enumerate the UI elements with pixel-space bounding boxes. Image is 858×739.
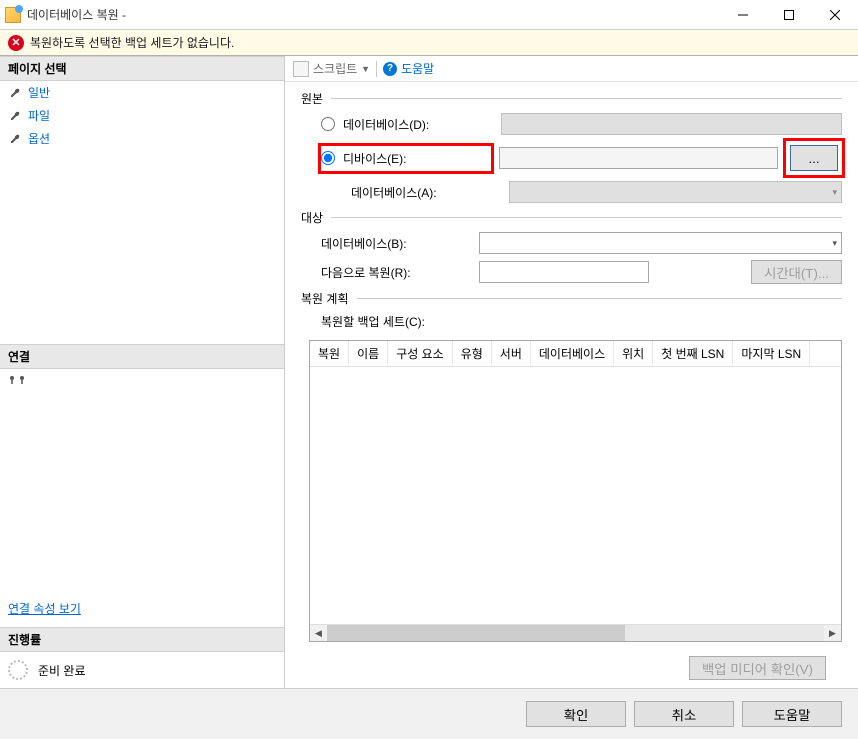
database-a-label: 데이터베이스(A): — [351, 184, 501, 201]
progress-section: 준비 완료 — [0, 652, 284, 688]
browse-device-button[interactable]: ... — [790, 145, 838, 171]
col-server[interactable]: 서버 — [492, 341, 531, 366]
footer: 확인 취소 도움말 — [0, 688, 858, 739]
close-button[interactable] — [812, 0, 858, 30]
minimize-button[interactable] — [720, 0, 766, 30]
plan-group-title: 복원 계획 — [301, 290, 842, 307]
sidebar-item-general[interactable]: 일반 — [0, 81, 284, 104]
database-b-combo[interactable]: ▾ — [479, 232, 842, 254]
horizontal-scrollbar[interactable]: ◀ ▶ — [310, 624, 841, 641]
toolbar: 스크립트 ▼ ? 도움말 — [285, 56, 858, 82]
database-a-combo[interactable]: ▾ — [509, 181, 842, 203]
cancel-button[interactable]: 취소 — [634, 701, 734, 727]
col-position[interactable]: 위치 — [614, 341, 653, 366]
scroll-right-button[interactable]: ▶ — [824, 625, 841, 642]
backup-sets-table: 복원 이름 구성 요소 유형 서버 데이터베이스 위치 첫 번째 LSN 마지막… — [309, 340, 842, 642]
progress-status: 준비 완료 — [38, 662, 86, 679]
titlebar[interactable]: 데이터베이스 복원 - — [0, 0, 858, 30]
device-radio-row: 디바이스(E): ... — [301, 141, 842, 175]
col-type[interactable]: 유형 — [453, 341, 492, 366]
connection-icon — [0, 369, 284, 396]
database-b-row: 데이터베이스(B): ▾ — [301, 232, 842, 254]
scroll-left-button[interactable]: ◀ — [310, 625, 327, 642]
col-last-lsn[interactable]: 마지막 LSN — [733, 341, 810, 366]
window-title: 데이터베이스 복원 - — [27, 6, 126, 23]
script-button[interactable]: 스크립트 — [313, 60, 357, 77]
col-name[interactable]: 이름 — [349, 341, 388, 366]
table-body — [310, 367, 841, 624]
restore-database-icon — [5, 7, 21, 23]
help-icon: ? — [383, 62, 397, 76]
col-component[interactable]: 구성 요소 — [388, 341, 453, 366]
col-restore[interactable]: 복원 — [310, 341, 349, 366]
wrench-icon — [8, 109, 22, 123]
nav-label: 일반 — [28, 84, 50, 101]
view-connection-properties-link[interactable]: 연결 속성 보기 — [0, 590, 284, 627]
sidebar: 페이지 선택 일반 파일 옵션 연결 연결 속성 보기 진행률 — [0, 56, 285, 688]
target-group-title: 대상 — [301, 209, 842, 226]
wrench-icon — [8, 132, 22, 146]
timeline-button: 시간대(T)... — [751, 260, 842, 284]
chevron-down-icon[interactable]: ▼ — [361, 64, 370, 74]
nav-label: 옵션 — [28, 130, 50, 147]
titlebar-left: 데이터베이스 복원 - — [5, 6, 126, 23]
error-banner: ✕ 복원하도록 선택한 백업 세트가 없습니다. — [0, 30, 858, 56]
sidebar-item-options[interactable]: 옵션 — [0, 127, 284, 150]
database-radio-label: 데이터베이스(D): — [343, 116, 493, 133]
maximize-button[interactable] — [766, 0, 812, 30]
restore-to-label: 다음으로 복원(R): — [321, 264, 471, 281]
separator — [376, 61, 377, 77]
nav-label: 파일 — [28, 107, 50, 124]
connection-header: 연결 — [0, 344, 284, 369]
restore-to-row: 다음으로 복원(R): 시간대(T)... — [301, 260, 842, 284]
table-header-row: 복원 이름 구성 요소 유형 서버 데이터베이스 위치 첫 번째 LSN 마지막… — [310, 341, 841, 367]
database-a-row: 데이터베이스(A): ▾ — [301, 181, 842, 203]
col-first-lsn[interactable]: 첫 번째 LSN — [653, 341, 733, 366]
wrench-icon — [8, 86, 22, 100]
browse-button-highlight: ... — [786, 141, 842, 175]
plan-group-label: 복원 계획 — [301, 290, 349, 307]
help-button[interactable]: 도움말 — [401, 60, 434, 77]
device-path-input[interactable] — [499, 147, 778, 169]
form-area: 원본 데이터베이스(D): 디바이스(E): ... 데이터베이스(A): — [285, 82, 858, 688]
script-icon — [293, 61, 309, 77]
database-radio-row: 데이터베이스(D): — [301, 113, 842, 135]
page-select-header: 페이지 선택 — [0, 56, 284, 81]
device-radio-label: 디바이스(E): — [343, 150, 407, 167]
window-controls — [720, 0, 858, 30]
sidebar-item-files[interactable]: 파일 — [0, 104, 284, 127]
verify-row: 백업 미디어 확인(V) — [301, 648, 842, 680]
error-message: 복원하도록 선택한 백업 세트가 없습니다. — [30, 34, 234, 51]
scroll-track[interactable] — [327, 625, 824, 641]
database-b-label: 데이터베이스(B): — [321, 235, 471, 252]
source-group-label: 원본 — [301, 90, 323, 107]
right-panel: 스크립트 ▼ ? 도움말 원본 데이터베이스(D): 디바이스(E): — [285, 56, 858, 688]
source-group-title: 원본 — [301, 90, 842, 107]
help-footer-button[interactable]: 도움말 — [742, 701, 842, 727]
database-source-combo — [501, 113, 842, 135]
device-radio-highlight: 디바이스(E): — [321, 146, 491, 171]
ok-button[interactable]: 확인 — [526, 701, 626, 727]
progress-spinner-icon — [8, 660, 28, 680]
error-icon: ✕ — [8, 35, 24, 51]
target-group-label: 대상 — [301, 209, 323, 226]
device-radio[interactable] — [321, 151, 335, 165]
progress-header: 진행률 — [0, 627, 284, 652]
database-radio[interactable] — [321, 117, 335, 131]
restore-to-input[interactable] — [479, 261, 649, 283]
col-database[interactable]: 데이터베이스 — [531, 341, 614, 366]
backup-sets-label: 복원할 백업 세트(C): — [301, 313, 842, 330]
content: 페이지 선택 일반 파일 옵션 연결 연결 속성 보기 진행률 — [0, 56, 858, 688]
scroll-thumb[interactable] — [327, 625, 625, 641]
verify-media-button: 백업 미디어 확인(V) — [689, 656, 826, 680]
